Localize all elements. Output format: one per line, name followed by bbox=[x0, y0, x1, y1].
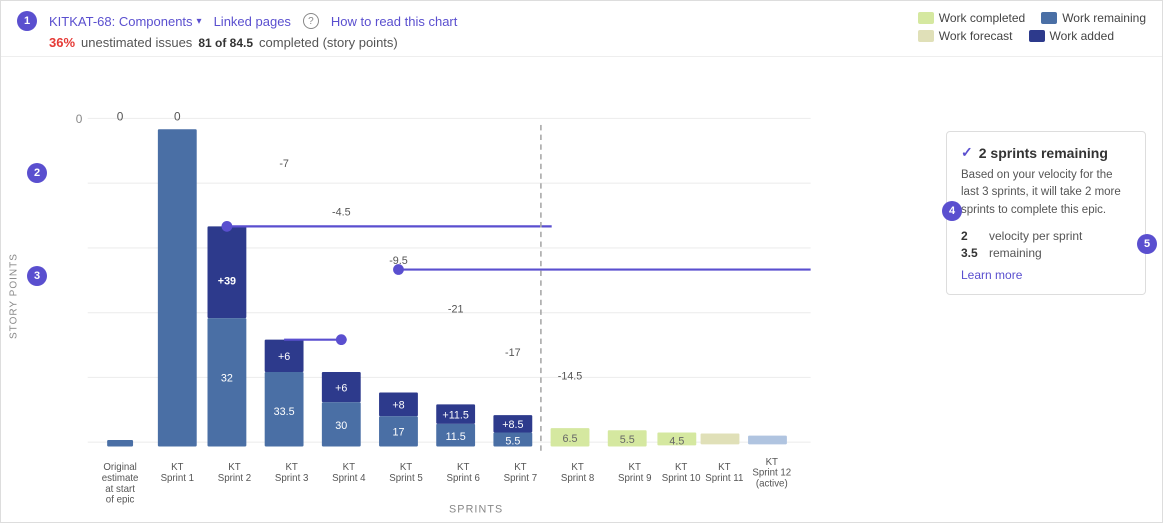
svg-text:Original: Original bbox=[103, 462, 136, 473]
svg-text:Sprint 10: Sprint 10 bbox=[662, 473, 701, 484]
annotation-4: 4 bbox=[942, 201, 962, 221]
svg-text:KT: KT bbox=[171, 462, 183, 473]
work-added-label: Work added bbox=[1050, 29, 1114, 43]
svg-text:KT: KT bbox=[766, 457, 778, 468]
chart-svg: 0 0 0 Original estimate at start of epic… bbox=[23, 71, 843, 522]
linked-pages-link[interactable]: Linked pages bbox=[214, 14, 291, 29]
svg-text:+8.5: +8.5 bbox=[502, 419, 523, 431]
svg-text:at start: at start bbox=[105, 484, 135, 495]
svg-text:KT: KT bbox=[285, 462, 297, 473]
help-icon[interactable]: ? bbox=[303, 13, 319, 29]
svg-text:KT: KT bbox=[400, 462, 412, 473]
info-box-title: ✓ 2 sprints remaining bbox=[961, 144, 1131, 161]
info-box: ✓ 2 sprints remaining Based on your velo… bbox=[946, 131, 1146, 295]
remaining-num: 3.5 bbox=[961, 246, 981, 260]
svg-text:KT: KT bbox=[514, 462, 526, 473]
legend-work-forecast: Work forecast bbox=[918, 29, 1013, 43]
svg-text:KT: KT bbox=[571, 462, 583, 473]
y-axis-label: STORY POINTS bbox=[5, 71, 23, 522]
completed-label: completed (story points) bbox=[259, 35, 398, 50]
svg-text:5.5: 5.5 bbox=[505, 435, 520, 447]
legend-work-completed: Work completed bbox=[918, 11, 1025, 25]
legend: Work completed Work remaining Work forec… bbox=[918, 11, 1146, 43]
svg-text:17: 17 bbox=[392, 427, 404, 439]
work-remaining-label: Work remaining bbox=[1062, 11, 1146, 25]
svg-text:Sprint 11: Sprint 11 bbox=[705, 473, 743, 484]
svg-text:+6: +6 bbox=[335, 382, 347, 394]
svg-text:Sprint 2: Sprint 2 bbox=[218, 473, 251, 484]
svg-text:KT: KT bbox=[629, 462, 641, 473]
svg-text:KT: KT bbox=[675, 462, 687, 473]
svg-text:KT: KT bbox=[718, 462, 730, 473]
remaining-lbl: remaining bbox=[989, 246, 1042, 260]
unestimated-text: unestimated issues bbox=[81, 35, 192, 50]
work-forecast-swatch bbox=[918, 30, 934, 42]
epic-title[interactable]: KITKAT-68: Components ▾ bbox=[49, 14, 202, 29]
work-remaining-swatch bbox=[1041, 12, 1057, 24]
velocity-num: 2 bbox=[961, 229, 981, 243]
svg-text:SPRINTS: SPRINTS bbox=[449, 503, 503, 515]
svg-text:-4.5: -4.5 bbox=[332, 207, 351, 219]
svg-text:Sprint 4: Sprint 4 bbox=[332, 473, 366, 484]
caret-icon: ▾ bbox=[197, 16, 202, 27]
svg-text:Sprint 6: Sprint 6 bbox=[446, 473, 479, 484]
svg-text:Sprint 1: Sprint 1 bbox=[161, 473, 194, 484]
velocity-lbl: velocity per sprint bbox=[989, 229, 1082, 243]
completed-value: 81 of 84.5 bbox=[198, 36, 253, 50]
svg-text:+39: +39 bbox=[218, 276, 236, 288]
svg-text:+6: +6 bbox=[278, 351, 290, 363]
svg-text:Sprint 3: Sprint 3 bbox=[275, 473, 308, 484]
svg-text:0: 0 bbox=[76, 112, 83, 126]
epic-title-text: KITKAT-68: Components bbox=[49, 14, 193, 29]
unestimated-pct: 36% bbox=[49, 35, 75, 50]
svg-text:estimate: estimate bbox=[102, 473, 139, 484]
legend-row-1: Work completed Work remaining bbox=[918, 11, 1146, 25]
info-box-title-text: 2 sprints remaining bbox=[979, 145, 1108, 161]
svg-text:4.5: 4.5 bbox=[669, 435, 684, 447]
svg-text:5.5: 5.5 bbox=[620, 434, 635, 446]
legend-row-2: Work forecast Work added bbox=[918, 29, 1146, 43]
work-forecast-label: Work forecast bbox=[939, 29, 1013, 43]
svg-text:Sprint 5: Sprint 5 bbox=[389, 473, 422, 484]
svg-text:30: 30 bbox=[335, 420, 347, 432]
svg-text:Sprint 7: Sprint 7 bbox=[504, 473, 537, 484]
legend-work-added: Work added bbox=[1029, 29, 1114, 43]
svg-text:0: 0 bbox=[174, 110, 181, 124]
annotation-3: 3 bbox=[27, 266, 47, 286]
svg-text:-14.5: -14.5 bbox=[558, 371, 583, 383]
svg-text:of epic: of epic bbox=[106, 495, 135, 506]
svg-text:33.5: 33.5 bbox=[274, 406, 295, 418]
svg-text:Sprint 9: Sprint 9 bbox=[618, 473, 651, 484]
learn-more-link[interactable]: Learn more bbox=[961, 268, 1131, 282]
svg-text:KT: KT bbox=[457, 462, 469, 473]
step-badge-1: 1 bbox=[17, 11, 37, 31]
main-container: 1 KITKAT-68: Components ▾ Linked pages ?… bbox=[0, 0, 1163, 523]
annotation-2: 2 bbox=[27, 163, 47, 183]
info-stat-remaining: 3.5 remaining bbox=[961, 246, 1131, 260]
svg-text:KT: KT bbox=[228, 462, 240, 473]
svg-text:Sprint 8: Sprint 8 bbox=[561, 473, 594, 484]
info-box-desc: Based on your velocity for the last 3 sp… bbox=[961, 167, 1131, 219]
work-completed-label: Work completed bbox=[939, 11, 1025, 25]
info-stat-velocity: 2 velocity per sprint bbox=[961, 229, 1131, 243]
svg-text:6.5: 6.5 bbox=[563, 433, 578, 445]
svg-text:11.5: 11.5 bbox=[446, 431, 466, 443]
check-icon: ✓ bbox=[961, 144, 973, 161]
svg-text:-21: -21 bbox=[448, 304, 464, 316]
svg-text:0: 0 bbox=[117, 110, 124, 124]
svg-text:(active): (active) bbox=[756, 478, 788, 489]
annotation-5: 5 bbox=[1137, 234, 1157, 254]
svg-text:Sprint 12: Sprint 12 bbox=[752, 468, 791, 479]
svg-text:32: 32 bbox=[221, 373, 233, 385]
how-to-link[interactable]: How to read this chart bbox=[331, 14, 457, 29]
svg-text:KT: KT bbox=[343, 462, 355, 473]
svg-text:-7: -7 bbox=[279, 158, 289, 170]
svg-text:+11.5: +11.5 bbox=[442, 409, 468, 421]
work-completed-swatch bbox=[918, 12, 934, 24]
svg-text:+8: +8 bbox=[392, 400, 404, 412]
svg-text:-17: -17 bbox=[505, 347, 521, 359]
work-added-swatch bbox=[1029, 30, 1045, 42]
legend-work-remaining: Work remaining bbox=[1041, 11, 1146, 25]
